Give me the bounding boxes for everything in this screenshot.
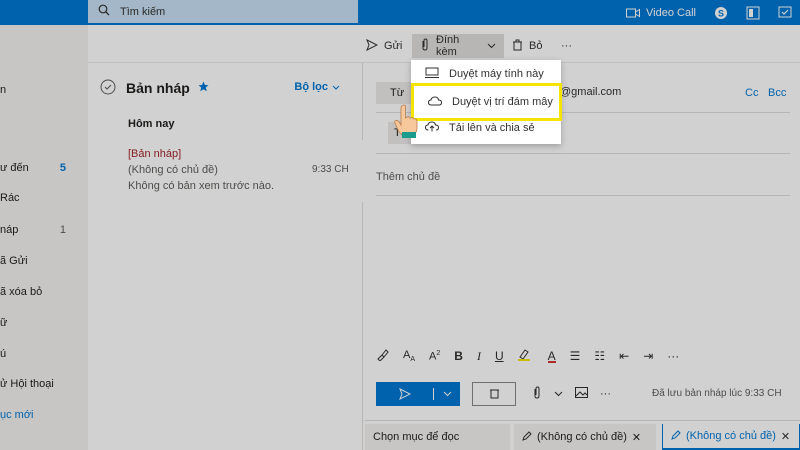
dim-overlay xyxy=(0,0,800,450)
pointing-hand-icon xyxy=(392,104,420,138)
menu-item-label: Duyệt máy tính này xyxy=(449,68,544,80)
menu-item-label: Tải lên và chia sẻ xyxy=(449,122,535,134)
menu-item-browse-cloud[interactable]: Duyệt vị trí đám mây xyxy=(414,89,564,115)
menu-item-upload-share[interactable]: Tải lên và chia sẻ xyxy=(411,115,561,141)
computer-icon xyxy=(425,67,439,82)
menu-item-label: Duyệt vị trí đám mây xyxy=(452,96,553,108)
cloud-upload-icon xyxy=(424,121,440,135)
cloud-icon xyxy=(427,95,443,109)
